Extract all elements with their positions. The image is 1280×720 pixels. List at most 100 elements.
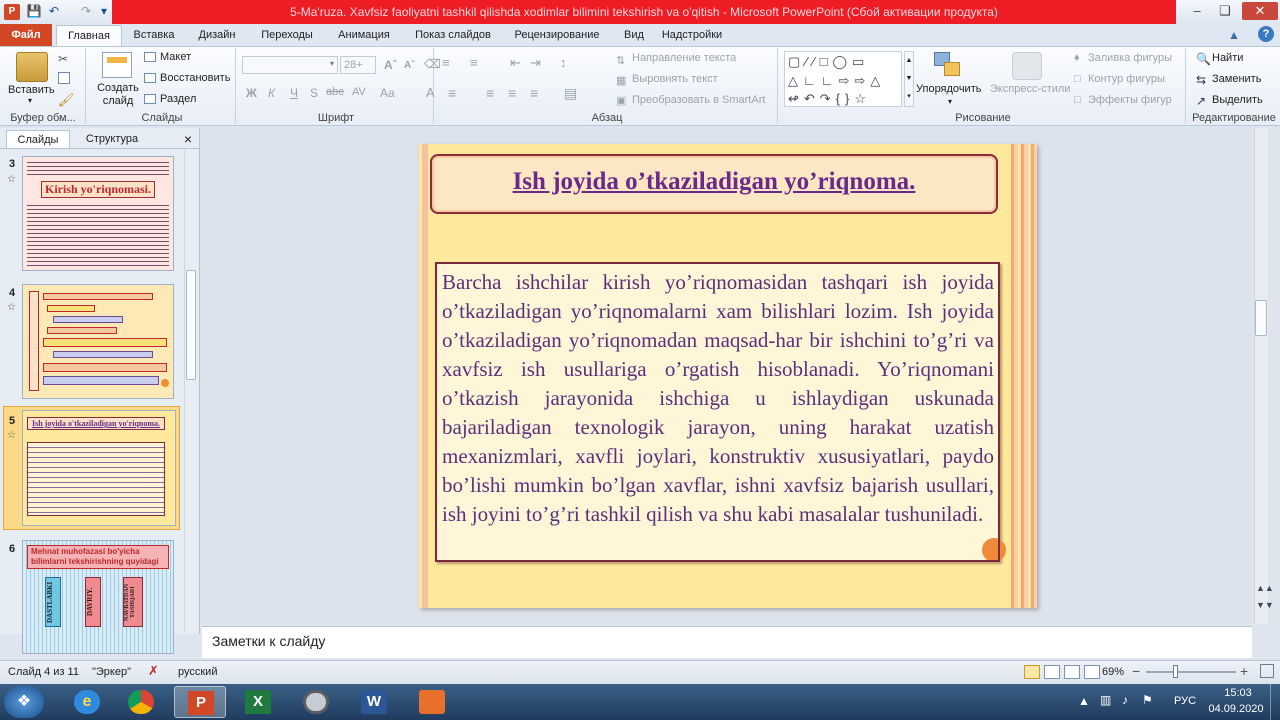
show-desktop-button[interactable] <box>1270 684 1280 720</box>
prev-slide-icon[interactable]: ▲▲ <box>1256 583 1274 593</box>
arrange-dropdown-icon[interactable]: ▾ <box>948 97 952 106</box>
line-spacing-icon[interactable]: ↕ <box>560 55 567 70</box>
tray-arrow-icon[interactable]: ▲ <box>1078 694 1090 708</box>
quick-styles-button[interactable]: Экспресс-стили <box>990 83 1070 95</box>
taskbar-excel[interactable]: X <box>232 686 284 718</box>
shape-outline-button[interactable]: Контур фигуры <box>1088 73 1165 85</box>
strike-button[interactable]: abe <box>326 86 344 98</box>
fit-slide-icon[interactable] <box>1260 664 1274 678</box>
tab-review[interactable]: Рецензирование <box>504 24 610 46</box>
clock-date[interactable]: 04.09.2020 <box>1204 703 1268 715</box>
find-button[interactable]: Найти <box>1212 52 1243 64</box>
align-left-icon[interactable]: ≡ <box>448 85 456 101</box>
tab-slides-pane[interactable]: Слайды <box>6 130 70 148</box>
tab-animation[interactable]: Анимация <box>326 24 402 46</box>
tab-home[interactable]: Главная <box>56 25 122 47</box>
slideshow-view-icon[interactable] <box>1084 665 1100 679</box>
select-button[interactable]: Выделить <box>1212 94 1263 106</box>
copy-icon[interactable] <box>58 72 70 84</box>
char-spacing-button[interactable]: AV <box>352 86 366 98</box>
taskbar-chrome[interactable] <box>116 686 168 718</box>
clock-time[interactable]: 15:03 <box>1212 687 1264 699</box>
close-button[interactable]: ✕ <box>1242 2 1278 20</box>
normal-view-icon[interactable] <box>1024 665 1040 679</box>
main-scrollbar[interactable] <box>1254 128 1268 624</box>
minimize-button[interactable]: – <box>1184 2 1210 20</box>
tab-outline-pane[interactable]: Структура <box>74 130 150 148</box>
slide-thumbnail-5[interactable]: Ish joyida o'tkaziladigan yo'riqnoma. <box>22 410 176 526</box>
font-color-icon[interactable]: A <box>426 85 435 100</box>
shapes-scroll[interactable]: ▲ ▼ ▾ <box>904 51 914 107</box>
align-center-icon[interactable]: ≡ <box>486 85 494 101</box>
tab-view[interactable]: Вид <box>614 24 654 46</box>
slide-thumbnail-4[interactable] <box>22 284 174 399</box>
slide-thumbnail-6[interactable]: Mehnat muhofazasi bo'yicha bilimlarni te… <box>22 540 174 654</box>
main-scroll-thumb[interactable] <box>1255 300 1267 336</box>
taskbar-slideshow[interactable] <box>406 686 458 718</box>
cut-icon[interactable]: ✂ <box>58 52 68 66</box>
zoom-slider-thumb[interactable] <box>1173 665 1178 678</box>
shadow-button[interactable]: S <box>310 86 318 100</box>
justify-icon[interactable]: ≡ <box>530 85 538 101</box>
tray-volume-icon[interactable]: ♪ <box>1122 693 1128 707</box>
underline-button[interactable]: Ч <box>290 86 298 100</box>
slide-body-text[interactable]: Barcha ishchilar kirish yo’riqnomasidan … <box>442 268 994 560</box>
pane-scrollbar[interactable] <box>184 150 198 632</box>
sorter-view-icon[interactable] <box>1044 665 1060 679</box>
taskbar-media[interactable] <box>290 686 342 718</box>
grow-font-icon[interactable]: Aˆ <box>384 58 397 72</box>
quick-styles-icon[interactable] <box>1012 52 1042 80</box>
tab-design[interactable]: Дизайн <box>186 24 248 46</box>
arrange-button[interactable]: Упорядочить <box>916 83 981 95</box>
align-right-icon[interactable]: ≡ <box>508 85 516 101</box>
layout-button[interactable]: Макет <box>160 51 191 63</box>
paste-button[interactable]: Вставить <box>8 84 55 96</box>
columns-icon[interactable]: ▤ <box>564 85 577 102</box>
new-slide-label-1[interactable]: Создать <box>96 82 140 94</box>
bullets-icon[interactable]: ≡ <box>442 55 450 70</box>
tab-slideshow[interactable]: Показ слайдов <box>406 24 500 46</box>
font-family-select[interactable] <box>242 56 338 74</box>
zoom-out-icon[interactable]: − <box>1132 663 1140 679</box>
slide-title[interactable]: Ish joyida o’tkaziladigan yo’riqnoma. <box>432 168 996 204</box>
font-size-select[interactable]: 28+ <box>340 56 376 74</box>
start-button[interactable]: ❖ <box>4 686 44 718</box>
save-icon[interactable]: 💾 <box>26 3 42 19</box>
undo-icon[interactable]: ↶ <box>46 3 62 19</box>
taskbar-word[interactable]: W <box>348 686 400 718</box>
taskbar-powerpoint[interactable]: P <box>174 686 226 718</box>
tab-insert[interactable]: Вставка <box>126 24 182 46</box>
numbering-icon[interactable]: ≡ <box>470 55 478 70</box>
pane-close-icon[interactable]: × <box>180 130 196 148</box>
next-slide-icon[interactable]: ▼▼ <box>1256 600 1274 610</box>
decrease-indent-icon[interactable]: ⇤ <box>510 55 521 71</box>
format-painter-icon[interactable]: 🖌 <box>58 92 75 108</box>
taskbar-ie[interactable]: e <box>62 686 114 718</box>
section-button[interactable]: Раздел <box>160 93 196 105</box>
align-text-button[interactable]: Выровнять текст <box>632 73 718 85</box>
qat-dropdown-icon[interactable]: ▾ <box>96 3 112 19</box>
reading-view-icon[interactable] <box>1064 665 1080 679</box>
shape-effects-button[interactable]: Эффекты фигур <box>1088 94 1172 106</box>
language-status[interactable]: русский <box>178 666 217 678</box>
slide-thumbnail-3[interactable]: Kirish yo'riqnomasi. <box>22 156 174 271</box>
new-slide-icon[interactable] <box>102 52 132 78</box>
keyboard-language[interactable]: РУС <box>1174 695 1196 707</box>
change-case-button[interactable]: Aa <box>380 86 395 100</box>
tray-network-icon[interactable]: ▥ <box>1100 693 1111 707</box>
text-direction-button[interactable]: Направление текста <box>632 52 736 64</box>
zoom-in-icon[interactable]: + <box>1240 663 1248 679</box>
shapes-gallery[interactable]: ▢∕∕□◯▭ △∟∟⇨⇨△ ↫↶↷{}☆ <box>784 51 902 107</box>
shape-fill-button[interactable]: Заливка фигуры <box>1088 52 1172 64</box>
increase-indent-icon[interactable]: ⇥ <box>530 55 541 71</box>
italic-button[interactable]: К <box>268 86 275 100</box>
spellcheck-icon[interactable]: ✗ <box>148 663 159 679</box>
redo-icon[interactable]: ↷ <box>78 3 94 19</box>
zoom-level[interactable]: 69% <box>1102 666 1124 678</box>
notes-pane[interactable] <box>202 626 1252 658</box>
smartart-button[interactable]: Преобразовать в SmartArt <box>632 94 765 106</box>
tab-transitions[interactable]: Переходы <box>252 24 322 46</box>
notes-placeholder[interactable]: Заметки к слайду <box>212 633 325 649</box>
collapse-ribbon-icon[interactable]: ▲ <box>1228 28 1240 42</box>
powerpoint-app-icon[interactable]: P <box>4 4 20 20</box>
